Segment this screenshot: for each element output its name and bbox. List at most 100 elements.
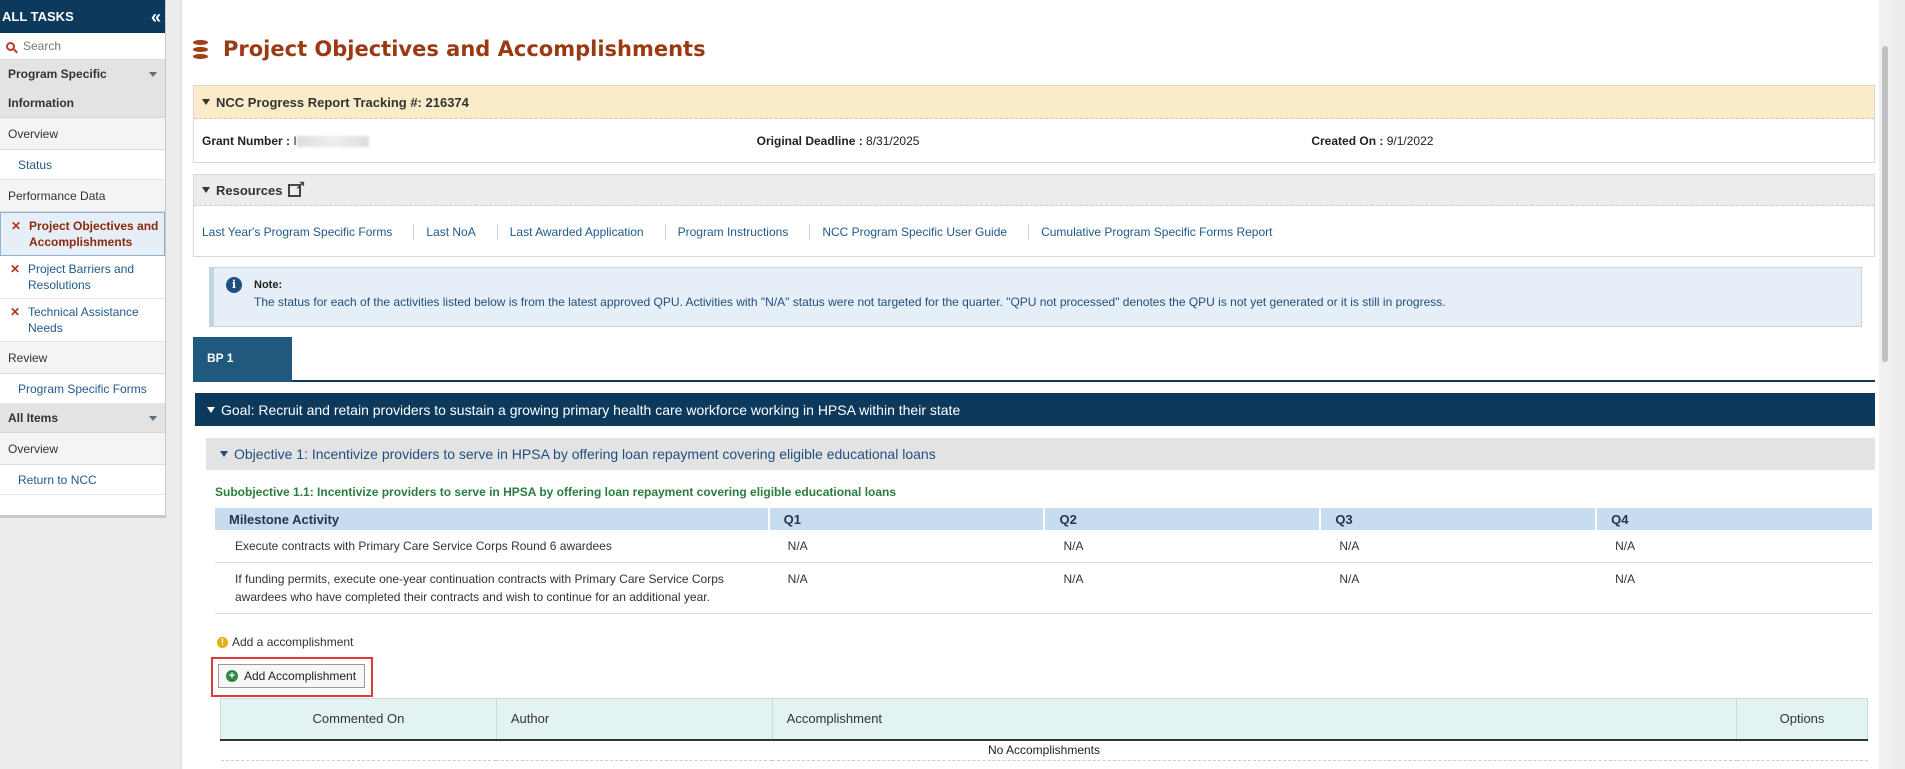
note-label: Note: [254, 279, 283, 291]
sidebar-item-label: Technical Assistance Needs [28, 305, 139, 335]
vertical-scrollbar[interactable] [1879, 0, 1891, 769]
subobjective-title: Subobjective 1.1: Incentivize providers … [215, 485, 897, 499]
grant-number: Grant Number : I [202, 134, 757, 148]
q3-status: N/A [1320, 530, 1597, 563]
objective-header[interactable]: Objective 1: Incentivize providers to se… [206, 438, 1875, 470]
main-content: Project Objectives and Accomplishments N… [181, 0, 1891, 769]
link-program-instructions[interactable]: Program Instructions [678, 223, 811, 240]
tracking-header[interactable]: NCC Progress Report Tracking #: 216374 [194, 86, 1874, 119]
empty-table-message: No Accomplishments [220, 739, 1868, 761]
add-accomplishment-hint: ! Add a accomplishment [217, 635, 353, 649]
sidebar-section-review: Review [0, 342, 165, 374]
caret-down-icon [220, 451, 228, 457]
column-header-commented-on[interactable]: Commented On [220, 698, 497, 741]
objective-text: Objective 1: Incentivize providers to se… [234, 446, 936, 462]
column-header: Q4 [1596, 508, 1874, 530]
plus-circle-icon: + [226, 670, 238, 682]
created-on: Created On : 9/1/2022 [1311, 134, 1434, 148]
milestone-activity: Execute contracts with Primary Care Serv… [215, 530, 769, 563]
accomplishment-header-row: Commented On Author Accomplishment Optio… [220, 698, 1868, 741]
tracking-title: NCC Progress Report Tracking #: 216374 [216, 94, 469, 110]
column-header-author[interactable]: Author [495, 698, 773, 741]
sidebar-item-label: Project Barriers and Resolutions [28, 262, 135, 292]
external-link-icon[interactable] [288, 178, 305, 197]
double-chevron-left-icon[interactable]: « [151, 8, 161, 26]
redacted-grant-value [296, 136, 369, 148]
caret-down-icon [207, 406, 215, 413]
q2-status: N/A [1044, 562, 1321, 614]
goal-header[interactable]: Goal: Recruit and retain providers to su… [195, 393, 1875, 426]
sidebar-section-performance: Performance Data [0, 180, 165, 212]
column-header: Milestone Activity [215, 508, 770, 530]
tracking-meta: Grant Number : I Original Deadline : 8/3… [194, 119, 1874, 163]
table-row: No Accomplishments [220, 739, 1868, 761]
resources-title: Resources [216, 182, 283, 198]
q4-status: N/A [1596, 530, 1873, 563]
database-icon [193, 39, 208, 59]
chevron-down-icon [149, 71, 157, 77]
q4-status: N/A [1596, 562, 1873, 614]
sidebar-item-status[interactable]: Status [0, 150, 165, 180]
q1-status: N/A [768, 530, 1045, 563]
incomplete-x-icon: ✕ [11, 219, 22, 233]
milestone-table: Milestone Activity Q1 Q2 Q3 Q4 Execute c… [215, 508, 1874, 614]
add-accomplishment-highlight: + Add Accomplishment [211, 657, 373, 697]
incomplete-x-icon: ✕ [10, 305, 21, 319]
note-text: The status for each of the activities li… [254, 295, 1446, 309]
sidebar-group-all-items[interactable]: All Items [0, 404, 165, 433]
app-root: ALL TASKS « Program Specific Information… [0, 0, 1905, 769]
search-input[interactable] [23, 39, 153, 53]
caret-down-icon [202, 99, 210, 105]
note-box: i Note: The status for each of the activ… [209, 267, 1862, 327]
table-row: If funding permits, execute one-year con… [215, 562, 1873, 614]
scrollbar-thumb[interactable] [1882, 46, 1888, 362]
incomplete-x-icon: ✕ [10, 262, 21, 276]
hint-text: Add a accomplishment [232, 635, 354, 649]
accomplishment-table: Commented On Author Accomplishment Optio… [220, 698, 1868, 761]
link-cumulative-report[interactable]: Cumulative Program Specific Forms Report [1041, 224, 1293, 240]
sidebar: ALL TASKS « Program Specific Information… [0, 0, 166, 518]
sidebar-item-barriers[interactable]: ✕ Project Barriers and Resolutions [0, 256, 165, 299]
tab-bp1[interactable]: BP 1 [193, 337, 292, 382]
original-deadline: Original Deadline : 8/31/2025 [756, 134, 920, 148]
link-last-year-forms[interactable]: Last Year's Program Specific Forms [202, 223, 415, 240]
goal-text: Goal: Recruit and retain providers to su… [221, 401, 961, 418]
page-title-text: Project Objectives and Accomplishments [223, 37, 706, 61]
caret-down-icon [202, 187, 210, 193]
link-last-awarded-application[interactable]: Last Awarded Application [510, 223, 666, 240]
column-header: Q1 [768, 508, 1046, 530]
milestone-activity: If funding permits, execute one-year con… [215, 562, 769, 614]
column-header: Q3 [1320, 508, 1598, 530]
sidebar-item-objectives[interactable]: ✕ Project Objectives and Accomplishments [0, 212, 165, 256]
sidebar-section-overview: Overview [0, 118, 165, 150]
tracking-panel: NCC Progress Report Tracking #: 216374 G… [193, 85, 1875, 163]
exclamation-icon: ! [217, 636, 228, 648]
sidebar-item-return[interactable]: Return to NCC [0, 465, 165, 495]
sidebar-search [0, 33, 165, 60]
sidebar-item-technical-assistance[interactable]: ✕ Technical Assistance Needs [0, 299, 165, 342]
sidebar-section-overview-2: Overview [0, 433, 165, 465]
resources-header[interactable]: Resources [194, 175, 1874, 206]
info-icon: i [226, 277, 242, 293]
tab-bar: BP 1 [193, 337, 1875, 382]
sidebar-header: ALL TASKS « [0, 0, 165, 33]
column-header: Q2 [1044, 508, 1322, 530]
link-user-guide[interactable]: NCC Program Specific User Guide [822, 223, 1030, 240]
q2-status: N/A [1044, 530, 1321, 563]
sidebar-group-label: All Items [8, 411, 59, 425]
search-icon [6, 41, 15, 51]
sidebar-group-label-line2: Information [8, 95, 74, 110]
column-header-options: Options [1736, 698, 1868, 741]
resources-links: Last Year's Program Specific Forms Last … [194, 206, 1874, 257]
add-accomplishment-button[interactable]: + Add Accomplishment [218, 664, 365, 688]
page-title: Project Objectives and Accomplishments [193, 37, 706, 61]
sidebar-group-program-specific[interactable]: Program Specific Information [0, 60, 165, 118]
q1-status: N/A [768, 562, 1045, 614]
milestone-header-row: Milestone Activity Q1 Q2 Q3 Q4 [215, 508, 1874, 530]
sidebar-title: ALL TASKS [2, 9, 74, 24]
sidebar-item-label: Project Objectives and Accomplishments [29, 219, 159, 249]
chevron-down-icon [149, 415, 157, 421]
link-last-noa[interactable]: Last NoA [426, 223, 498, 240]
column-header-accomplishment[interactable]: Accomplishment [771, 698, 1738, 741]
sidebar-item-program-forms[interactable]: Program Specific Forms [0, 374, 165, 404]
